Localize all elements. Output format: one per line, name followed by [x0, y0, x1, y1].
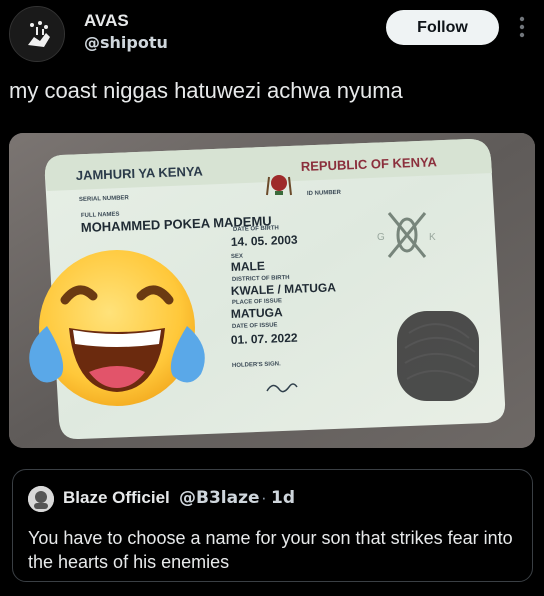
quote-text: You have to choose a name for your son t…: [28, 528, 513, 572]
quote-timestamp[interactable]: 1d: [271, 488, 295, 508]
more-vertical-icon[interactable]: [514, 14, 530, 40]
card-issue-date: 01. 07. 2022: [231, 331, 299, 347]
follow-button[interactable]: Follow: [386, 10, 499, 45]
post-text: my coast niggas hatuwezi achwa nyuma: [9, 78, 403, 103]
author-handle[interactable]: @shipotu: [84, 33, 168, 52]
quote-author-name[interactable]: Blaze Officiel: [63, 488, 170, 508]
card-sex: MALE: [231, 259, 265, 274]
quote-author-avatar[interactable]: [28, 486, 54, 512]
fingerprint: [397, 311, 479, 401]
author-name[interactable]: AVAS: [84, 11, 129, 31]
quote-separator: ·: [261, 488, 267, 507]
quoted-post[interactable]: Blaze Officiel @B3laze · 1d You have to …: [12, 469, 533, 582]
id-card-photo: JAMHURI YA KENYA REPUBLIC OF KENYA SERIA…: [9, 133, 535, 448]
svg-text:G: G: [377, 232, 385, 243]
card-dob: 14. 05. 2003: [231, 233, 299, 249]
card-id-number-label: ID NUMBER: [307, 190, 342, 197]
post-header: AVAS @shipotu Follow: [0, 0, 544, 70]
svg-text:K: K: [429, 232, 436, 243]
quote-author-handle[interactable]: @B3laze: [179, 488, 260, 508]
post-media[interactable]: JAMHURI YA KENYA REPUBLIC OF KENYA SERIA…: [9, 133, 535, 448]
card-place: MATUGA: [231, 305, 284, 321]
author-avatar[interactable]: [9, 6, 65, 62]
